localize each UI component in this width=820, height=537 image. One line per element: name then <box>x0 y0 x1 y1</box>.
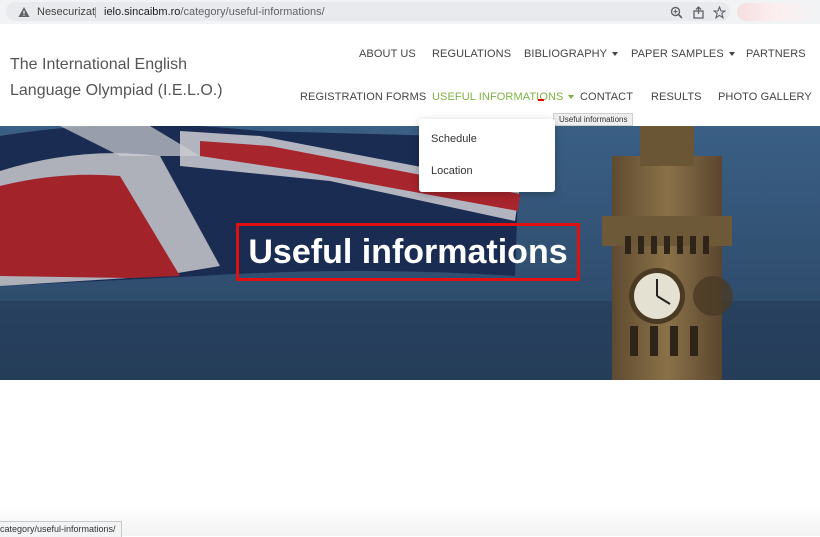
dropdown-item-location[interactable]: Location <box>431 165 473 177</box>
nav-label: BIBLIOGRAPHY <box>524 48 608 60</box>
chevron-down-icon <box>568 95 575 100</box>
chevron-down-icon <box>612 52 619 57</box>
nav-useful-informations[interactable]: USEFUL INFORMATIONS <box>432 91 575 103</box>
warning-icon[interactable] <box>18 6 30 18</box>
nav-paper-samples[interactable]: PAPER SAMPLES <box>631 48 735 60</box>
profile-avatar[interactable] <box>737 3 817 21</box>
nav-partners[interactable]: PARTNERS <box>746 48 806 60</box>
nav-label: REGULATIONS <box>432 48 512 60</box>
url-text[interactable]: ielo.sincaibm.ro/category/useful-informa… <box>104 6 325 18</box>
nav-photo-gallery[interactable]: PHOTO GALLERY <box>718 91 812 103</box>
star-icon[interactable] <box>713 6 726 19</box>
nav-label: RESULTS <box>651 91 702 103</box>
useful-informations-dropdown: Schedule Location <box>419 119 555 192</box>
nav-bibliography[interactable]: BIBLIOGRAPHY <box>524 48 619 60</box>
nav-label: PHOTO GALLERY <box>718 91 812 103</box>
nav-label: USEFUL INFORMATIONS <box>432 91 564 103</box>
nav-registration-forms[interactable]: REGISTRATION FORMS <box>300 91 426 103</box>
site-header: The International English Language Olymp… <box>0 24 820 126</box>
cursor-indicator <box>538 99 544 101</box>
nav-label: CONTACT <box>580 91 634 103</box>
nav-regulations[interactable]: REGULATIONS <box>432 48 511 60</box>
url-path: /category/useful-informations/ <box>180 6 325 18</box>
security-label[interactable]: Nesecurizat <box>37 6 95 18</box>
zoom-icon[interactable] <box>670 6 683 19</box>
nav-label: REGISTRATION FORMS <box>300 91 427 103</box>
browser-address-bar: Nesecurizat ielo.sincaibm.ro/category/us… <box>0 0 820 25</box>
site-title[interactable]: The International English Language Olymp… <box>10 52 240 104</box>
hero-title-highlight: Useful informations <box>236 223 580 281</box>
nav-results[interactable]: RESULTS <box>651 91 702 103</box>
nav-about-us[interactable]: ABOUT US <box>359 48 416 60</box>
omnibox[interactable]: Nesecurizat ielo.sincaibm.ro/category/us… <box>6 2 730 21</box>
hero-title: Useful informations <box>248 232 568 271</box>
nav-tooltip: Useful informations <box>553 113 634 126</box>
nav-label: PARTNERS <box>746 48 806 60</box>
dropdown-item-schedule[interactable]: Schedule <box>431 133 477 145</box>
share-icon[interactable] <box>692 6 705 19</box>
nav-label: PAPER SAMPLES <box>631 48 724 60</box>
nav-label: ABOUT US <box>359 48 416 60</box>
nav-contact[interactable]: CONTACT <box>580 91 633 103</box>
hero-banner: Useful informations <box>0 126 820 380</box>
browser-status-bar: category/useful-informations/ <box>0 521 122 537</box>
omnibox-separator <box>95 7 96 18</box>
chevron-down-icon <box>728 52 735 57</box>
url-host: ielo.sincaibm.ro <box>104 6 181 18</box>
page-bottom-shade <box>0 505 820 536</box>
